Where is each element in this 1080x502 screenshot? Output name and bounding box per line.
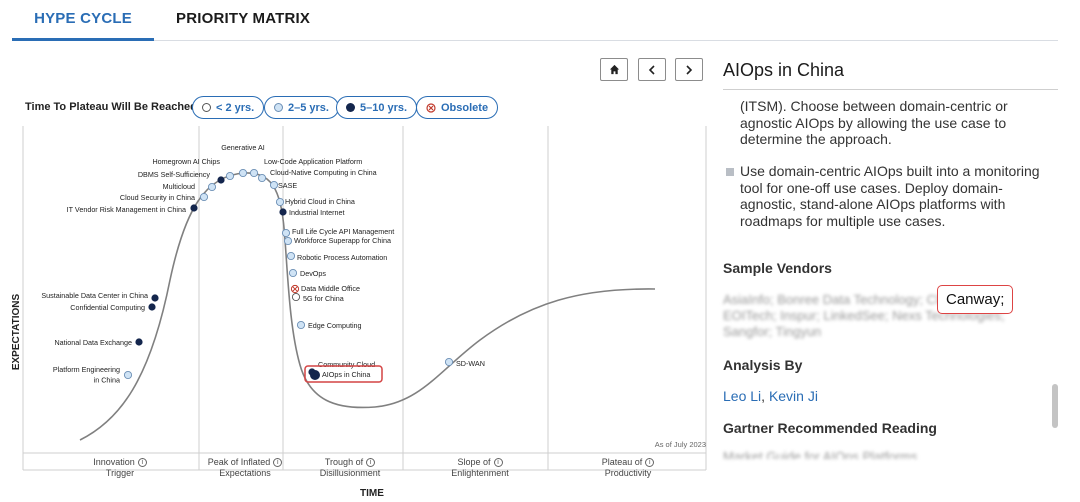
chevron-right-icon [686,64,693,75]
y-axis-label: EXPECTATIONS [11,294,22,371]
item-label-hybrid-cloud-in-china[interactable]: Hybrid Cloud in China [285,197,355,206]
item-point-generative-ai[interactable] [238,168,248,178]
recommended-reading-link[interactable]: Market Guide for AIOps Platforms [723,449,1023,459]
phase-label-3: Trough of i Disillusionment [319,457,381,478]
crossed-circle-icon [426,102,436,113]
item-point-aiops-in-china[interactable] [310,370,320,380]
open-circle-icon [202,103,211,112]
item-point-national-data-exchange[interactable] [135,338,143,346]
home-icon [609,64,619,75]
next-button[interactable] [675,58,703,81]
phase-label-4: Slope of i Enlightenment [451,457,509,478]
item-point-low-code-application-platform[interactable] [249,168,259,178]
item-label-edge-computing[interactable]: Edge Computing [308,321,362,330]
tab-hype-cycle[interactable]: HYPE CYCLE [12,0,154,41]
item-point-platform-engineering-in-china[interactable] [123,370,133,380]
analyst-link-leo-li[interactable]: Leo Li [723,388,761,404]
item-point-hybrid-cloud-in-china[interactable] [275,197,285,207]
item-point-full-life-cycle-api-management[interactable] [281,228,291,238]
item-label-generative-ai[interactable]: Generative AI [221,143,265,152]
item-point-confidential-computing[interactable] [148,303,156,311]
item-label-national-data-exchange[interactable]: National Data Exchange [54,338,132,347]
item-label-community-cloud[interactable]: Community Cloud [318,360,375,369]
tab-bar: HYPE CYCLE PRIORITY MATRIX [12,0,1058,41]
divider [723,89,1058,90]
item-label-confidential-computing[interactable]: Confidential Computing [70,303,145,312]
previous-button[interactable] [638,58,666,81]
item-point-workforce-superapp-for-china[interactable] [283,236,293,246]
as-of-date: As of July 2023 [655,440,706,449]
home-button[interactable] [600,58,628,81]
hype-cycle-chart: Platform Engineering in China National Dat… [11,126,707,499]
item-label-sustainable-data-center-in-china[interactable]: Sustainable Data Center in China [41,291,148,300]
item-label-data-middle-office[interactable]: Data Middle Office [301,284,360,293]
description-paragraph: (ITSM). Choose between domain-centric or… [740,98,1008,147]
item-label-it-vendor-risk-management-in-china[interactable]: IT Vendor Risk Management in China [67,205,186,214]
item-point-edge-computing[interactable] [296,320,306,330]
phase-label-5: Plateau of i Productivity [573,457,683,479]
item-point-sustainable-data-center-in-china[interactable] [151,294,159,302]
item-label-cloud-security-in-china[interactable]: Cloud Security in China [120,193,195,202]
vendor-highlight: Canway; [937,285,1014,314]
light-blue-circle-icon [274,103,283,112]
legend-filter-obsolete[interactable]: Obsolete [416,96,499,119]
info-icon[interactable]: i [366,458,376,467]
item-point-devops[interactable] [288,268,298,278]
tab-priority-matrix[interactable]: PRIORITY MATRIX [176,0,310,41]
bullet-marker [726,168,734,176]
item-point-industrial-internet[interactable] [279,208,287,216]
item-label-industrial-internet[interactable]: Industrial Internet [289,208,345,217]
recommendation-bullet: Use domain-centric AIOps built into a mo… [740,163,1040,229]
item-label-low-code-application-platform[interactable]: Low-Code Application Platform [264,157,362,166]
analysis-by-heading: Analysis By [723,357,803,373]
legend-label: Time To Plateau Will Be Reached: [25,101,201,113]
legend-filter-5to10[interactable]: 5–10 yrs. [336,96,418,119]
x-axis-label: TIME [360,488,384,499]
item-label-robotic-process-automation[interactable]: Robotic Process Automation [297,253,387,262]
info-icon[interactable]: i [137,458,147,467]
recommended-reading-heading: Gartner Recommended Reading [723,420,937,436]
analysts: Leo Li, Kevin Ji [723,388,818,404]
item-label-aiops-in-china[interactable]: AIOps in China [322,370,370,379]
panel-scrollbar[interactable] [1052,384,1058,428]
item-label-workforce-superapp-for-china[interactable]: Workforce Superapp for China [294,236,391,245]
sample-vendors-heading: Sample Vendors [723,260,832,276]
item-point-sd-wan[interactable] [444,357,454,367]
item-point-sase[interactable] [269,180,279,190]
item-label-platform-engineering-in-china[interactable]: Platform Engineering in China [53,365,120,385]
item-point-homegrown-ai-chips[interactable] [225,171,235,181]
panel-title: AIOps in China [723,60,845,80]
phase-label-1: Innovation i Trigger [65,457,175,479]
dark-navy-circle-icon [346,103,355,112]
item-label-devops[interactable]: DevOps [300,269,326,278]
item-label-multicloud[interactable]: Multicloud [163,182,195,191]
item-point-dbms-self-sufficiency[interactable] [217,176,225,184]
item-label-sase[interactable]: SASE [278,181,297,190]
item-point-multicloud[interactable] [207,182,217,192]
item-label-homegrown-ai-chips[interactable]: Homegrown AI Chips [152,157,220,166]
item-point-cloud-security-in-china[interactable] [199,192,209,202]
legend-filter-lt2[interactable]: < 2 yrs. [192,96,265,119]
chevron-left-icon [648,64,655,75]
item-label-5g-for-china[interactable]: 5G for China [303,294,344,303]
item-label-full-life-cycle-api-management[interactable]: Full Life Cycle API Management [292,227,394,236]
item-point-robotic-process-automation[interactable] [286,251,296,261]
info-icon[interactable]: i [493,458,503,467]
phase-label-2: Peak of Inflated i Expectations [190,457,300,479]
item-label-sd-wan[interactable]: SD-WAN [456,359,485,368]
info-icon[interactable]: i [645,458,655,467]
item-label-cloud-native-computing-in-china[interactable]: Cloud-Native Computing in China [270,168,377,177]
item-point-it-vendor-risk-management-in-china[interactable] [190,204,198,212]
legend-filter-2to5[interactable]: 2–5 yrs. [264,96,339,119]
item-point-5g-for-china[interactable] [291,292,301,302]
item-point-cloud-native-computing-in-china[interactable] [257,173,267,183]
info-icon[interactable]: i [273,458,283,467]
analyst-link-kevin-ji[interactable]: Kevin Ji [769,388,818,404]
item-label-dbms-self-sufficiency[interactable]: DBMS Self-Sufficiency [138,170,211,179]
